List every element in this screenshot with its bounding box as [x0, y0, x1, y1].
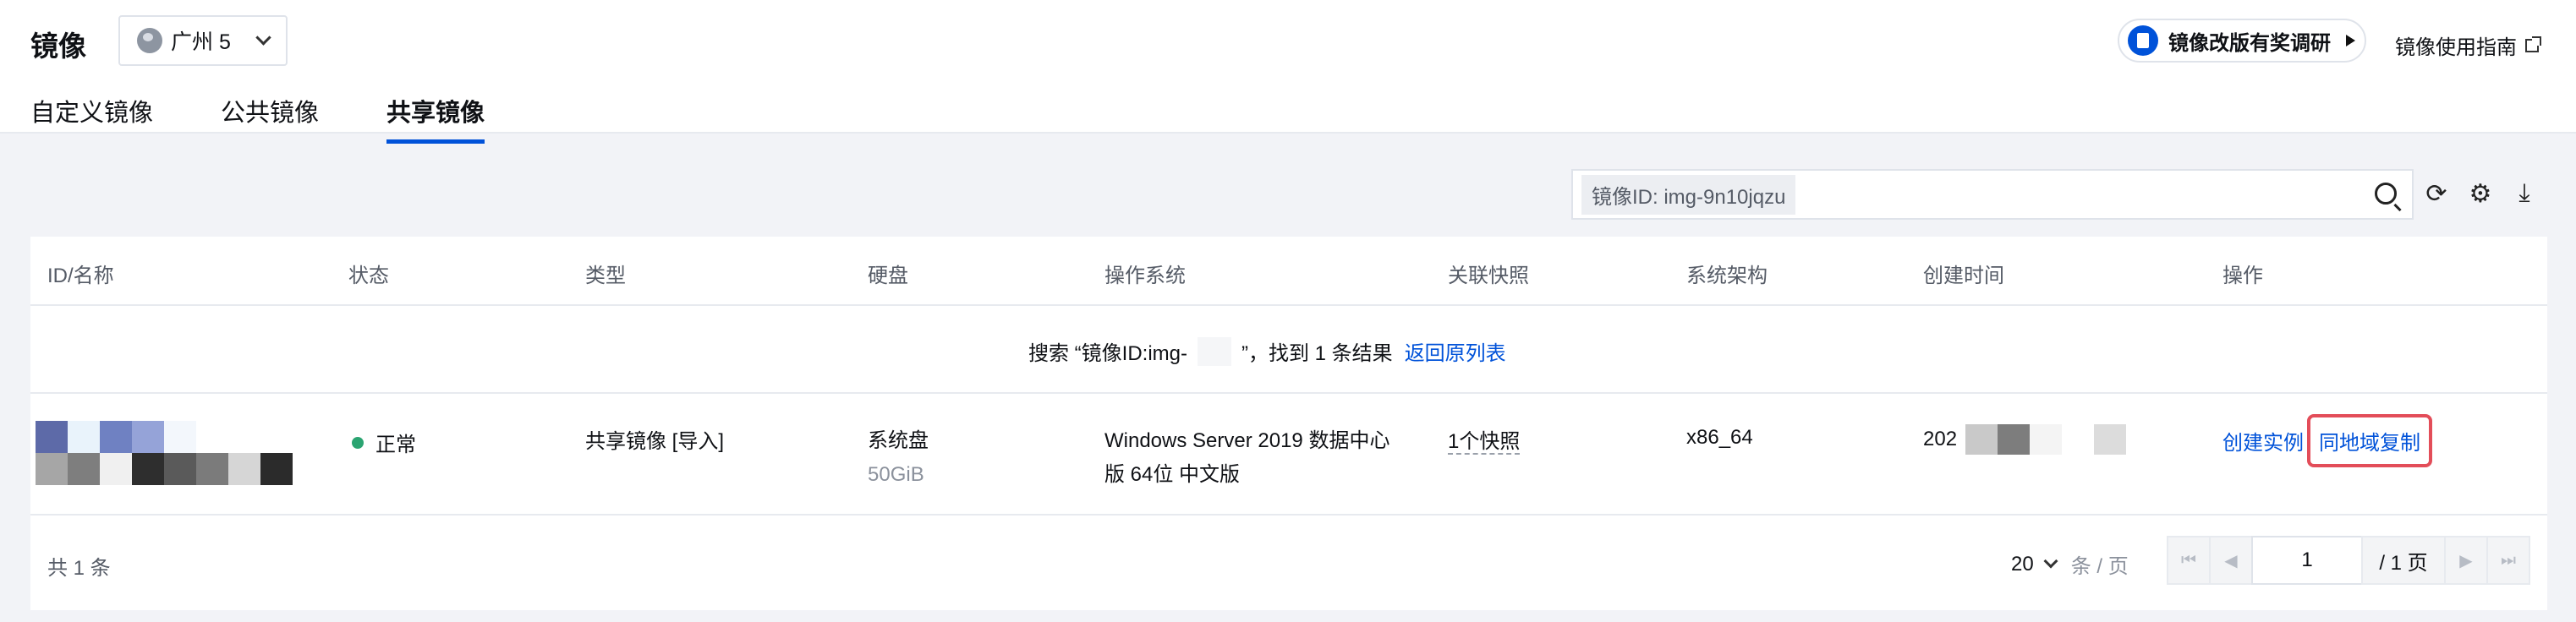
image-table: ID/名称 状态 类型 硬盘 操作系统 关联快照 系统架构 创建时间 操作 搜索…	[30, 237, 2547, 610]
col-type: 类型	[585, 265, 626, 287]
survey-button[interactable]: 镜像改版有奖调研	[2118, 19, 2366, 63]
refresh-icon[interactable]: ⟳	[2422, 179, 2451, 208]
page-size-value: 20	[2011, 552, 2034, 576]
disk-size: 50GiB	[868, 463, 924, 486]
os-cell: Windows Server 2019 数据中心 版 64位 中文版	[1104, 424, 1389, 492]
clipboard-icon	[2128, 25, 2158, 56]
snapshot-cell[interactable]: 1个快照	[1448, 424, 1521, 455]
chevron-down-icon	[255, 29, 271, 46]
total-pages: / 1 页	[2361, 536, 2446, 585]
globe-icon	[137, 28, 162, 53]
region-label: 广州 5	[171, 30, 231, 54]
redacted-block	[1198, 336, 1231, 366]
chevron-down-icon	[2043, 554, 2058, 568]
redacted-block	[1998, 424, 2031, 455]
arch-cell: x86_64	[1686, 426, 1753, 449]
status-text: 正常	[375, 434, 416, 456]
actions-cell: 创建实例 同地域复制	[2222, 414, 2432, 467]
redacted-block	[2030, 424, 2063, 455]
guide-label: 镜像使用指南	[2395, 36, 2517, 59]
total-count: 共 1 条	[47, 557, 111, 580]
download-icon[interactable]: ⤓	[2510, 179, 2539, 208]
page-size-unit: 条 / 页	[2070, 555, 2129, 578]
gear-icon[interactable]: ⚙	[2466, 179, 2495, 208]
table-header: ID/名称 状态 类型 硬盘 操作系统 关联快照 系统架构 创建时间 操作	[30, 237, 2547, 306]
notice-text: 搜索 “镜像ID:img- ”，找到 1 条结果 返回原列表	[1028, 336, 1506, 366]
external-link-icon	[2525, 35, 2541, 52]
notice-suffix: ”，找到 1 条结果	[1241, 342, 1393, 365]
search-icon[interactable]	[2375, 183, 2397, 205]
tabs: 自定义镜像 公共镜像 共享镜像	[30, 93, 485, 144]
page-size-select[interactable]: 20 条 / 页	[2011, 549, 2129, 579]
page-number-input[interactable]: 1	[2251, 536, 2363, 585]
last-page-icon[interactable]: ⏭	[2486, 536, 2530, 585]
os-line-1: Windows Server 2019 数据中心	[1104, 429, 1390, 452]
col-snapshot: 关联快照	[1448, 265, 1529, 287]
top-bar: 镜像 广州 5 镜像改版有奖调研 镜像使用指南 自定义镜像 公共镜像 共享镜像	[0, 0, 2576, 144]
type-cell: 共享镜像 [导入]	[585, 430, 725, 453]
tab-public-images[interactable]: 公共镜像	[221, 93, 319, 144]
next-page-icon[interactable]: ▶	[2444, 536, 2488, 585]
guide-link[interactable]: 镜像使用指南	[2395, 30, 2541, 60]
search-input[interactable]: 镜像ID: img-9n10jqzu	[1571, 169, 2414, 220]
table-row: 正常 共享镜像 [导入] 系统盘 50GiB Windows Server 20…	[30, 394, 2547, 516]
created-prefix: 202	[1923, 428, 1958, 450]
first-page-icon[interactable]: ⏮	[2167, 536, 2211, 585]
redacted-block	[2094, 424, 2127, 455]
status-dot-icon	[352, 436, 364, 449]
col-arch: 系统架构	[1686, 265, 1768, 287]
region-select[interactable]: 广州 5	[118, 15, 288, 66]
redacted-block	[2062, 424, 2095, 455]
search-tag[interactable]: 镜像ID: img-9n10jqzu	[1581, 174, 1796, 215]
disk-label: 系统盘	[868, 429, 929, 452]
page-title: 镜像	[30, 30, 86, 62]
back-to-list-link[interactable]: 返回原列表	[1405, 336, 1506, 366]
col-actions: 操作	[2222, 265, 2263, 287]
col-status: 状态	[348, 265, 389, 287]
redacted-block	[1965, 424, 1998, 455]
col-created: 创建时间	[1923, 265, 2004, 287]
survey-label: 镜像改版有奖调研	[2168, 31, 2331, 55]
prev-page-icon[interactable]: ◀	[2209, 536, 2253, 585]
col-id-name: ID/名称	[47, 265, 114, 287]
tab-custom-images[interactable]: 自定义镜像	[30, 93, 153, 144]
notice-prefix: 搜索 “镜像ID:img-	[1028, 342, 1187, 365]
col-os: 操作系统	[1104, 265, 1186, 287]
table-footer: 共 1 条 20 条 / 页 ⏮ ◀ 1 / 1 页 ▶ ⏭	[30, 516, 2547, 610]
pagination: ⏮ ◀ 1 / 1 页 ▶ ⏭	[2167, 536, 2530, 585]
disk-cell: 系统盘 50GiB	[868, 424, 929, 492]
status-cell: 正常	[352, 428, 416, 457]
tab-shared-images[interactable]: 共享镜像	[386, 93, 485, 144]
search-result-notice: 搜索 “镜像ID:img- ”，找到 1 条结果 返回原列表	[30, 306, 2547, 394]
os-line-2: 版 64位 中文版	[1104, 463, 1241, 486]
play-icon	[2346, 35, 2355, 46]
create-instance-link[interactable]: 创建实例	[2222, 426, 2304, 456]
same-region-copy-link[interactable]: 同地域复制	[2307, 414, 2432, 467]
snapshot-link[interactable]: 1个快照	[1448, 430, 1521, 455]
col-disk: 硬盘	[868, 265, 908, 287]
created-cell: 202	[1923, 424, 2127, 455]
